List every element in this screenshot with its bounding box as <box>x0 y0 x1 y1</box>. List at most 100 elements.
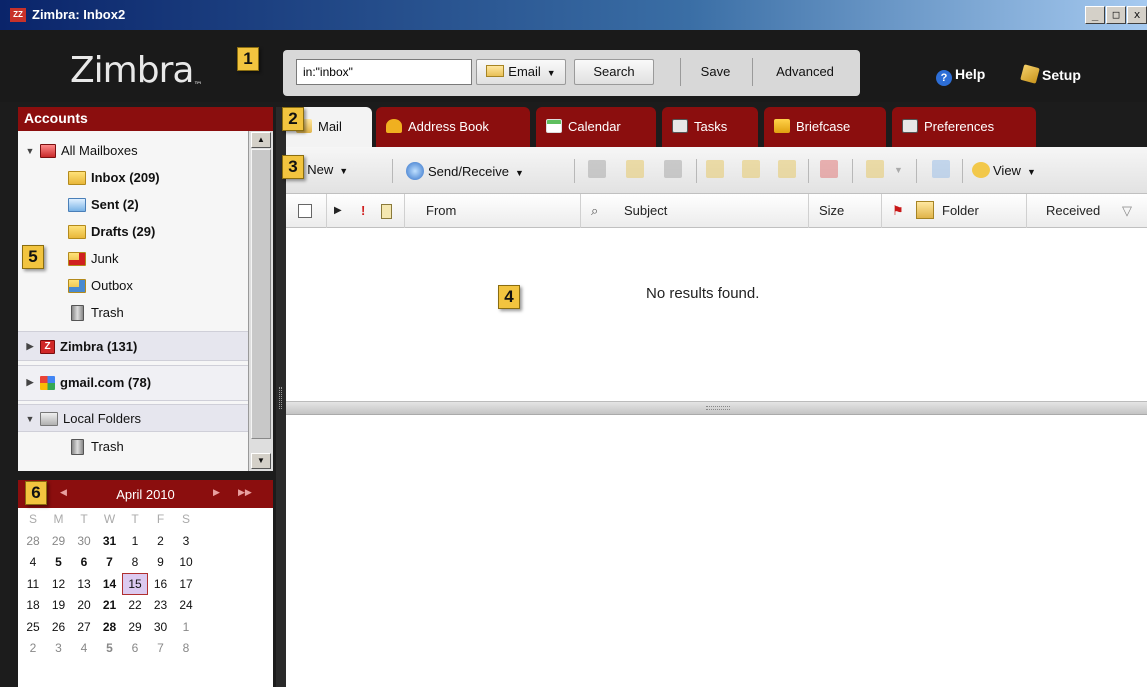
calendar-day[interactable]: 13 <box>71 573 97 595</box>
chevron-down-icon[interactable]: ▼ <box>339 166 348 176</box>
folder-junk[interactable]: Junk <box>68 245 118 272</box>
horizontal-splitter[interactable] <box>286 401 1147 415</box>
calendar-day[interactable]: 12 <box>46 573 72 595</box>
tab-address-book[interactable]: Address Book <box>376 107 530 147</box>
calendar-day[interactable]: 6 <box>71 551 97 573</box>
attachment-column-icon[interactable] <box>381 204 392 219</box>
calendar-day[interactable]: 10 <box>173 551 199 573</box>
calendar-day[interactable]: 25 <box>20 616 46 638</box>
message-list[interactable]: No results found. <box>286 228 1147 401</box>
calendar-day[interactable]: 4 <box>20 551 46 573</box>
close-button[interactable]: x <box>1127 6 1147 24</box>
splitter-grip[interactable] <box>279 387 282 409</box>
setup-link[interactable]: Setup <box>1020 64 1081 84</box>
folder-inbox[interactable]: Inbox (209) <box>68 164 160 191</box>
calendar-day[interactable]: 11 <box>20 573 46 595</box>
calendar-day[interactable]: 9 <box>148 551 174 573</box>
calendar-day[interactable]: 30 <box>71 530 97 552</box>
send-receive-button[interactable]: Send/Receive ▼ <box>406 162 524 180</box>
collapse-arrow-icon[interactable]: ▼ <box>24 146 36 156</box>
collapse-arrow-icon[interactable]: ▼ <box>24 414 36 424</box>
scroll-up-icon[interactable]: ▲ <box>251 132 271 148</box>
spam-icon[interactable] <box>820 160 838 178</box>
scroll-down-icon[interactable]: ▼ <box>251 453 271 469</box>
tag-icon[interactable] <box>866 160 884 178</box>
vertical-splitter[interactable] <box>276 107 286 687</box>
search-button[interactable]: Search <box>574 59 654 85</box>
calendar-day[interactable]: 28 <box>20 530 46 552</box>
calendar-day[interactable]: 16 <box>148 573 174 595</box>
next-year-icon[interactable]: ▶▶ <box>238 487 252 498</box>
calendar-day[interactable]: 2 <box>20 637 46 659</box>
detach-icon[interactable] <box>932 160 950 178</box>
calendar-today[interactable]: 15 <box>122 572 148 595</box>
local-trash[interactable]: Trash <box>68 433 124 460</box>
account-gmail[interactable]: ▶ gmail.com (78) <box>24 369 152 396</box>
reply-icon[interactable] <box>706 160 724 178</box>
expand-arrow-icon[interactable]: ▶ <box>24 377 36 388</box>
expand-arrow-icon[interactable]: ▶ <box>24 341 36 352</box>
column-from[interactable]: From <box>426 203 456 218</box>
search-type-dropdown[interactable]: Email ▼ <box>476 59 566 85</box>
priority-column-icon[interactable]: ! <box>361 203 365 218</box>
calendar-day[interactable]: 24 <box>173 594 199 616</box>
calendar-day[interactable]: 31 <box>97 530 123 552</box>
splitter-grip[interactable] <box>706 406 730 410</box>
tab-tasks[interactable]: Tasks <box>662 107 758 147</box>
tab-calendar[interactable]: Calendar <box>536 107 656 147</box>
calendar-day[interactable]: 17 <box>173 573 199 595</box>
folder-outbox[interactable]: Outbox <box>68 272 133 299</box>
calendar-day[interactable]: 8 <box>122 551 148 573</box>
scroll-thumb[interactable] <box>251 149 271 439</box>
calendar-day[interactable]: 1 <box>173 616 199 638</box>
calendar-day[interactable]: 5 <box>97 637 123 659</box>
calendar-day[interactable]: 21 <box>97 594 123 616</box>
chevron-down-icon[interactable]: ▼ <box>894 165 903 175</box>
folder-drafts[interactable]: Drafts (29) <box>68 218 155 245</box>
calendar-day[interactable]: 18 <box>20 594 46 616</box>
calendar-day[interactable]: 20 <box>71 594 97 616</box>
account-zimbra[interactable]: ▶ Z Zimbra (131) <box>24 333 138 360</box>
calendar-day[interactable]: 6 <box>122 637 148 659</box>
calendar-day[interactable]: 1 <box>122 530 148 552</box>
calendar-day[interactable]: 14 <box>97 573 123 595</box>
column-folder[interactable]: Folder <box>942 203 979 218</box>
calendar-day[interactable]: 7 <box>148 637 174 659</box>
calendar-day[interactable]: 29 <box>46 530 72 552</box>
calendar-day[interactable]: 28 <box>97 616 123 638</box>
calendar-day[interactable]: 30 <box>148 616 174 638</box>
flag-column-icon[interactable]: ⚑ <box>892 203 904 219</box>
sort-icon[interactable]: ▽ <box>1122 203 1132 219</box>
tab-briefcase[interactable]: Briefcase <box>764 107 886 147</box>
calendar-day[interactable]: 2 <box>148 530 174 552</box>
expand-column-icon[interactable]: ▶ <box>334 205 342 216</box>
calendar-day[interactable]: 3 <box>46 637 72 659</box>
folder-trash[interactable]: Trash <box>68 299 124 326</box>
calendar-day[interactable]: 8 <box>173 637 199 659</box>
paperclip-icon[interactable]: ⌕ <box>591 203 598 219</box>
tab-preferences[interactable]: Preferences <box>892 107 1036 147</box>
view-button[interactable]: View ▼ <box>972 162 1036 178</box>
calendar-day[interactable]: 26 <box>46 616 72 638</box>
forward-icon[interactable] <box>778 160 796 178</box>
calendar-day[interactable]: 29 <box>122 616 148 638</box>
chevron-down-icon[interactable]: ▼ <box>1027 167 1036 177</box>
calendar-day[interactable]: 7 <box>97 551 123 573</box>
column-subject[interactable]: Subject <box>624 203 667 218</box>
delete-icon[interactable] <box>588 160 606 178</box>
maximize-button[interactable]: □ <box>1106 6 1126 24</box>
folder-tree-scrollbar[interactable]: ▲ ▼ <box>248 131 273 471</box>
column-size[interactable]: Size <box>819 203 844 218</box>
calendar-day[interactable]: 23 <box>148 594 174 616</box>
print-icon[interactable] <box>664 160 682 178</box>
all-mailboxes-item[interactable]: ▼ All Mailboxes <box>24 137 138 164</box>
column-received[interactable]: Received <box>1046 203 1100 218</box>
local-folders-item[interactable]: ▼ Local Folders <box>24 405 142 432</box>
calendar-day[interactable]: 19 <box>46 594 72 616</box>
calendar-day[interactable]: 27 <box>71 616 97 638</box>
minimize-button[interactable]: _ <box>1085 6 1105 24</box>
search-input[interactable] <box>296 59 472 85</box>
move-icon[interactable] <box>626 160 644 178</box>
calendar-day[interactable]: 3 <box>173 530 199 552</box>
folder-sent[interactable]: Sent (2) <box>68 191 139 218</box>
